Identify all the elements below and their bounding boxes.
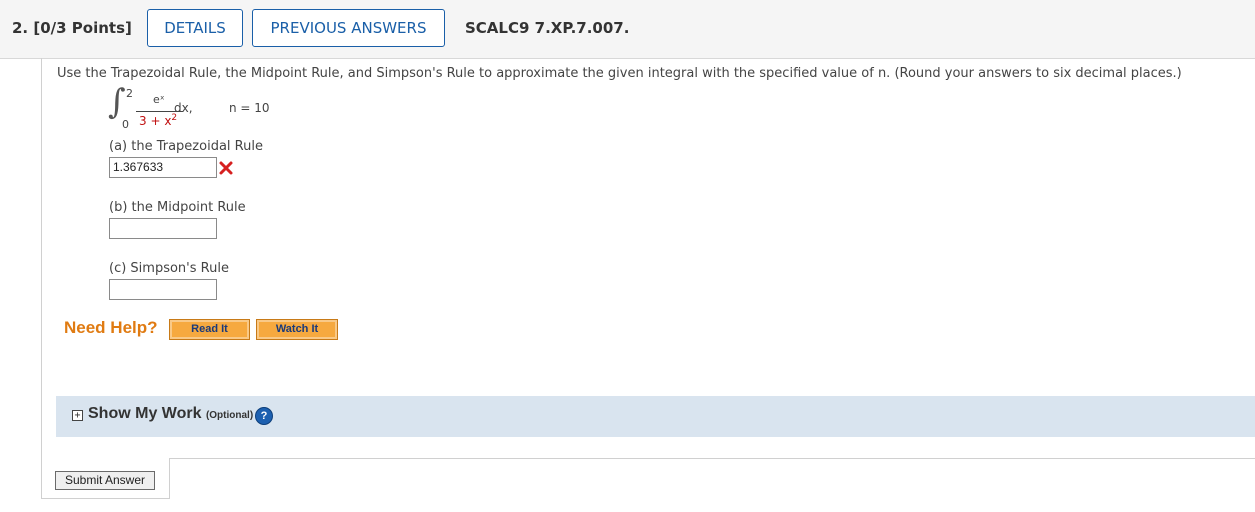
part-a-answer-input[interactable]: 1.367633 <box>109 157 217 178</box>
expand-plus-icon[interactable]: + <box>72 410 83 421</box>
part-b-label: (b) the Midpoint Rule <box>109 200 246 215</box>
part-c-answer-input[interactable] <box>109 279 217 300</box>
incorrect-x-icon <box>219 161 233 175</box>
show-my-work-panel[interactable]: + Show My Work (Optional) ? <box>56 396 1255 437</box>
need-help-title: Need Help? <box>64 318 158 337</box>
previous-answers-button[interactable]: PREVIOUS ANSWERS <box>252 9 445 47</box>
read-it-button[interactable]: Read It <box>169 319 250 340</box>
details-button[interactable]: DETAILS <box>147 9 243 47</box>
question-text: Use the Trapezoidal Rule, the Midpoint R… <box>57 66 1182 81</box>
integrand-denominator: 3 + x2 <box>139 113 178 128</box>
integral-sign: ∫ <box>108 82 126 122</box>
part-a-label: (a) the Trapezoidal Rule <box>109 139 263 154</box>
footer-divider <box>169 458 1255 459</box>
n-value: n = 10 <box>229 101 270 115</box>
integral-differential: dx, <box>174 101 193 115</box>
question-code: SCALC9 7.XP.7.007. <box>465 19 630 37</box>
question-header: 2. [0/3 Points] DETAILS PREVIOUS ANSWERS… <box>0 0 1255 59</box>
watch-it-button[interactable]: Watch It <box>256 319 338 340</box>
part-b-answer-input[interactable] <box>109 218 217 239</box>
show-my-work-title[interactable]: Show My Work (Optional) <box>88 405 253 423</box>
integral-lower-limit: 0 <box>122 118 129 131</box>
part-c-label: (c) Simpson's Rule <box>109 261 229 276</box>
help-question-icon[interactable]: ? <box>255 407 273 425</box>
integrand-numerator: eˣ <box>153 93 165 106</box>
integral-upper-limit: 2 <box>126 87 133 100</box>
question-points: 2. [0/3 Points] <box>12 19 132 37</box>
submit-answer-button[interactable]: Submit Answer <box>55 471 155 490</box>
